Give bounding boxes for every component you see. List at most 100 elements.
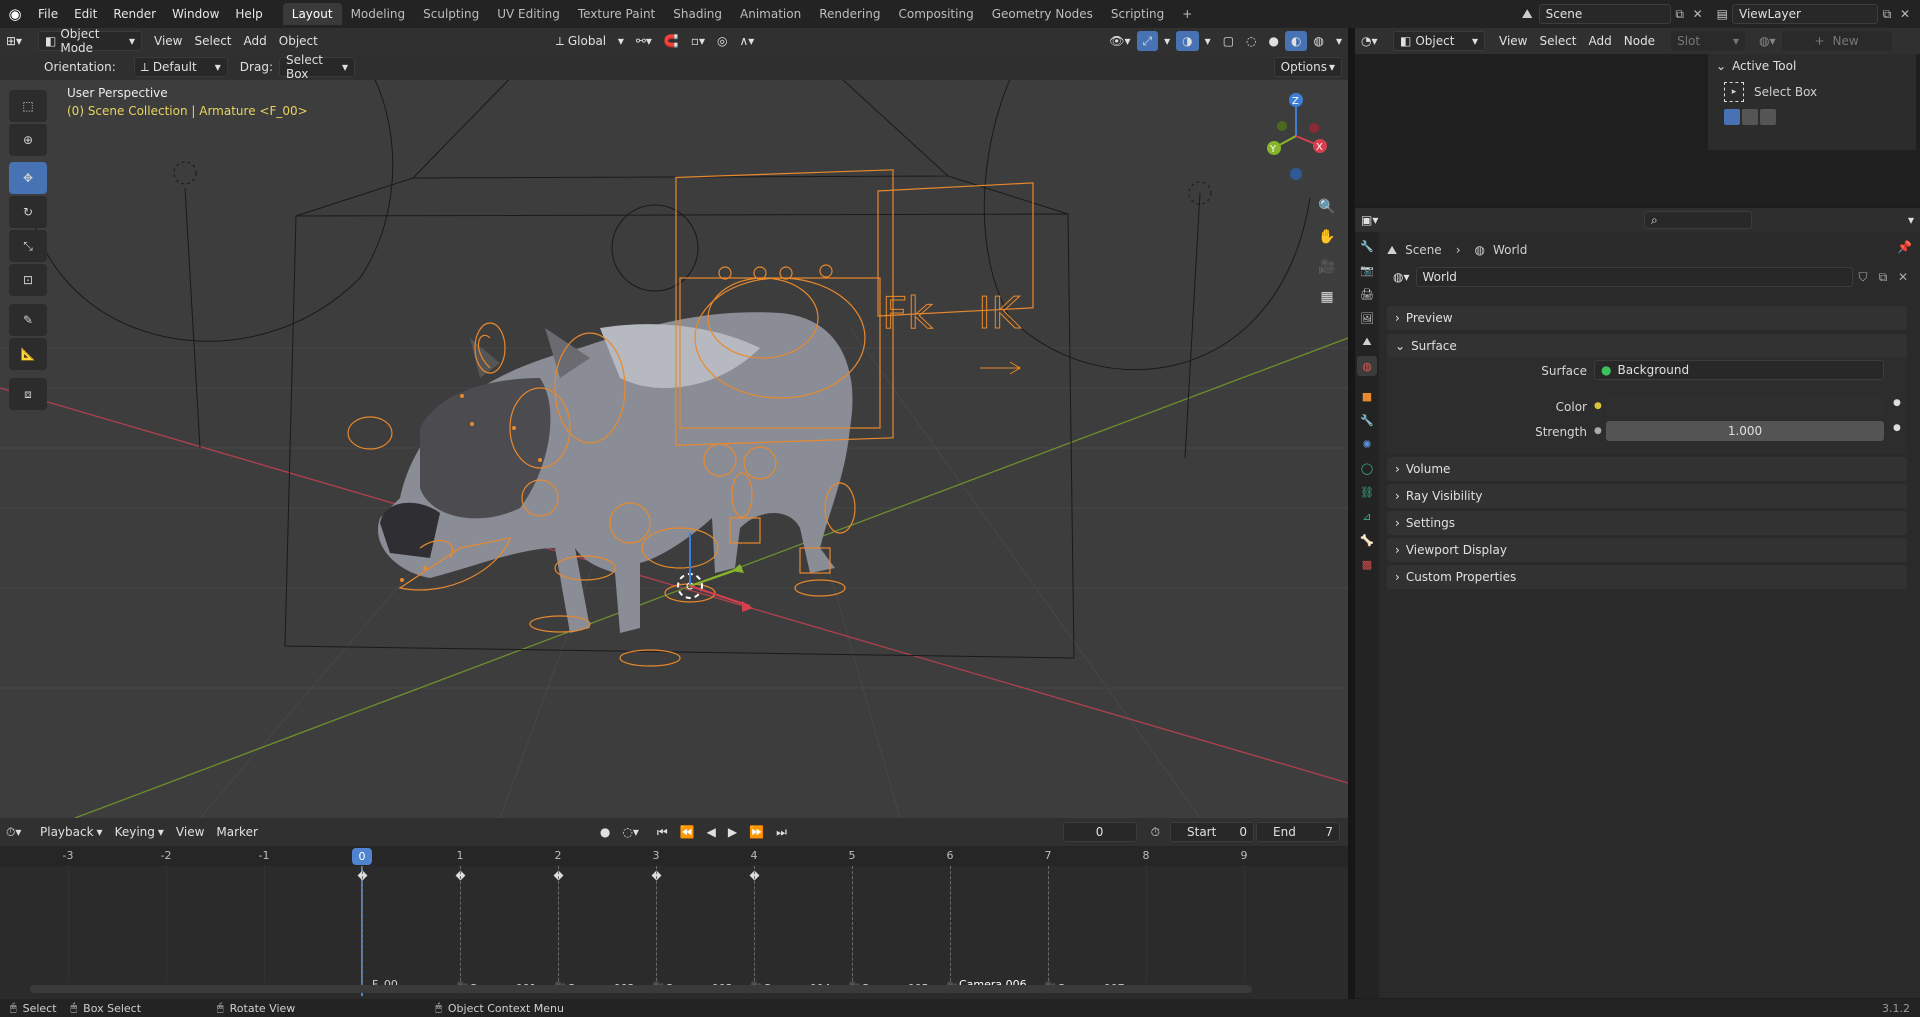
select-new-icon[interactable] bbox=[1724, 109, 1740, 125]
viewlayer-selector[interactable]: ViewLayer bbox=[1732, 4, 1878, 24]
blender-logo-icon[interactable]: ◉ bbox=[0, 3, 30, 25]
playhead-frame-badge[interactable]: 0 bbox=[352, 848, 372, 865]
shading-menu-icon[interactable]: ▾ bbox=[1330, 31, 1348, 51]
panel-viewport-display[interactable]: › Viewport Display bbox=[1387, 538, 1907, 562]
falloff-icon[interactable]: ∧▾ bbox=[734, 31, 761, 51]
object-tab-icon[interactable]: ■ bbox=[1357, 386, 1377, 406]
next-keyframe-icon[interactable]: ⏩ bbox=[743, 822, 770, 842]
bone-tab-icon[interactable]: 🦴 bbox=[1357, 530, 1377, 550]
menu-window[interactable]: Window bbox=[164, 3, 227, 25]
new-material-button[interactable]: + New bbox=[1781, 31, 1892, 51]
scene-tab-icon[interactable]: ⛰ bbox=[1357, 332, 1377, 352]
unlink-icon[interactable]: ✕ bbox=[1893, 270, 1913, 284]
particles-tab-icon[interactable]: ✺ bbox=[1357, 434, 1377, 454]
physics-tab-icon[interactable]: ◯ bbox=[1357, 458, 1377, 478]
node-menu-node[interactable]: Node bbox=[1618, 31, 1661, 51]
timeline-marker-menu[interactable]: Marker bbox=[210, 822, 263, 842]
menu-add[interactable]: Add bbox=[238, 31, 273, 51]
render-tab-icon[interactable]: 📷 bbox=[1357, 260, 1377, 280]
menu-help[interactable]: Help bbox=[227, 3, 270, 25]
gizmo-menu-icon[interactable]: ▾ bbox=[1158, 31, 1176, 51]
texture-tab-icon[interactable]: ▩ bbox=[1357, 554, 1377, 574]
select-box-tool[interactable]: ⬚ bbox=[9, 90, 47, 122]
tab-rendering[interactable]: Rendering bbox=[810, 3, 889, 25]
properties-editor-icon[interactable]: ▣▾ bbox=[1355, 210, 1384, 230]
surface-shader-field[interactable]: ● Background bbox=[1594, 360, 1884, 380]
pin-icon[interactable]: 📌 bbox=[1897, 240, 1912, 254]
panel-volume[interactable]: › Volume bbox=[1387, 457, 1907, 481]
tab-compositing[interactable]: Compositing bbox=[889, 3, 982, 25]
viewlayer-icon[interactable]: ▤ bbox=[1717, 7, 1728, 21]
node-menu-add[interactable]: Add bbox=[1583, 31, 1618, 51]
menu-view[interactable]: View bbox=[148, 31, 188, 51]
shading-material-icon[interactable]: ◐ bbox=[1285, 31, 1308, 51]
shading-solid-icon[interactable]: ● bbox=[1263, 31, 1285, 51]
node-menu-view[interactable]: View bbox=[1493, 31, 1533, 51]
keying-menu[interactable]: Keying ▾ bbox=[109, 822, 170, 842]
timeline-editor-icon[interactable]: ⏱▾ bbox=[0, 822, 34, 842]
snap-icon[interactable]: 🧲 bbox=[658, 31, 685, 51]
pan-hand-icon[interactable]: ✋ bbox=[1314, 224, 1340, 250]
shading-wireframe-icon[interactable]: ◌ bbox=[1240, 31, 1262, 51]
add-cube-tool[interactable]: ⧈ bbox=[9, 378, 47, 410]
play-icon[interactable]: ▶ bbox=[722, 822, 743, 842]
select-extend-icon[interactable] bbox=[1742, 109, 1758, 125]
material-browse-icon[interactable]: ◍▾ bbox=[1753, 31, 1782, 51]
tab-scripting[interactable]: Scripting bbox=[1102, 3, 1173, 25]
properties-options-icon[interactable]: ▾ bbox=[1902, 210, 1920, 230]
preview-range-icon[interactable]: ⏱ bbox=[1145, 822, 1166, 842]
annotate-tool[interactable]: ✎ bbox=[9, 304, 47, 336]
play-reverse-icon[interactable]: ◀ bbox=[701, 822, 722, 842]
overlay-toggle-icon[interactable]: ◑ bbox=[1176, 31, 1199, 51]
orientation-dropdown[interactable]: ⟂ Default ▾ bbox=[133, 57, 228, 77]
world-browse-icon[interactable]: ◍▾ bbox=[1387, 267, 1416, 287]
jump-end-icon[interactable]: ⏭ bbox=[770, 822, 793, 842]
area-divider[interactable] bbox=[1348, 28, 1355, 999]
modifiers-tab-icon[interactable]: 🔧 bbox=[1357, 410, 1377, 430]
world-name-field[interactable]: World bbox=[1415, 267, 1853, 287]
fake-user-icon[interactable]: ⛉ bbox=[1853, 270, 1873, 285]
move-tool[interactable]: ✥ bbox=[9, 162, 47, 194]
rotate-tool[interactable]: ↻ bbox=[9, 196, 47, 228]
panel-settings[interactable]: › Settings bbox=[1387, 511, 1907, 535]
view-layer-tab-icon[interactable]: 🖼 bbox=[1357, 308, 1377, 328]
output-tab-icon[interactable]: 🖨 bbox=[1357, 284, 1377, 304]
properties-search[interactable]: ⌕ bbox=[1643, 211, 1752, 229]
prev-keyframe-icon[interactable]: ⏪ bbox=[674, 822, 701, 842]
pivot-icon[interactable]: ⚯▾ bbox=[630, 31, 658, 51]
menu-file[interactable]: File bbox=[30, 3, 66, 25]
3d-viewport[interactable]: Fk IK ⊞▾ ◧ Object Mode ▾ View Select Add O… bbox=[0, 28, 1348, 818]
strength-field[interactable]: 1.000 bbox=[1606, 421, 1884, 441]
slot-dropdown[interactable]: Slot ▾ bbox=[1671, 31, 1746, 51]
gizmo-toggle-icon[interactable]: ⤢ bbox=[1136, 31, 1159, 51]
tab-modeling[interactable]: Modeling bbox=[342, 3, 415, 25]
shading-rendered-icon[interactable]: ◍ bbox=[1307, 31, 1329, 51]
menu-render[interactable]: Render bbox=[105, 3, 164, 25]
tab-uv-editing[interactable]: UV Editing bbox=[488, 3, 569, 25]
tab-animation[interactable]: Animation bbox=[731, 3, 810, 25]
transform-orientation[interactable]: ⟂ Global ▾ bbox=[550, 31, 630, 51]
color-keyframe-icon[interactable]: ● bbox=[1893, 398, 1901, 408]
new-viewlayer-icon[interactable]: ⧉ bbox=[1878, 7, 1896, 22]
mode-selector[interactable]: ◧ Object Mode ▾ bbox=[38, 28, 142, 55]
timeline-view-menu[interactable]: View bbox=[170, 822, 210, 842]
menu-object[interactable]: Object bbox=[273, 31, 324, 51]
new-scene-icon[interactable]: ⧉ bbox=[1671, 7, 1689, 22]
transform-tool[interactable]: ⊡ bbox=[9, 264, 47, 296]
current-frame-field[interactable]: 0 bbox=[1062, 822, 1137, 842]
delete-viewlayer-icon[interactable]: ✕ bbox=[1896, 7, 1914, 21]
timeline-scrollbar[interactable] bbox=[30, 985, 1252, 993]
world-tab-icon[interactable]: ◍ bbox=[1357, 356, 1377, 376]
proportional-edit-icon[interactable]: ◎ bbox=[711, 31, 733, 51]
panel-preview[interactable]: › Preview bbox=[1387, 306, 1907, 330]
menu-edit[interactable]: Edit bbox=[66, 3, 105, 25]
cursor-tool[interactable]: ⊕ bbox=[9, 124, 47, 156]
end-frame-field[interactable]: End 7 bbox=[1256, 822, 1340, 842]
navigation-gizmo[interactable]: Z Y X bbox=[1254, 86, 1338, 196]
tab-layout[interactable]: Layout bbox=[282, 3, 342, 25]
data-tab-icon[interactable]: ⊿ bbox=[1357, 506, 1377, 526]
menu-select[interactable]: Select bbox=[188, 31, 237, 51]
grid-perspective-icon[interactable]: ▦ bbox=[1314, 284, 1340, 310]
tab-geometry-nodes[interactable]: Geometry Nodes bbox=[983, 3, 1102, 25]
keying-set-icon[interactable]: ◌▾ bbox=[616, 822, 645, 842]
